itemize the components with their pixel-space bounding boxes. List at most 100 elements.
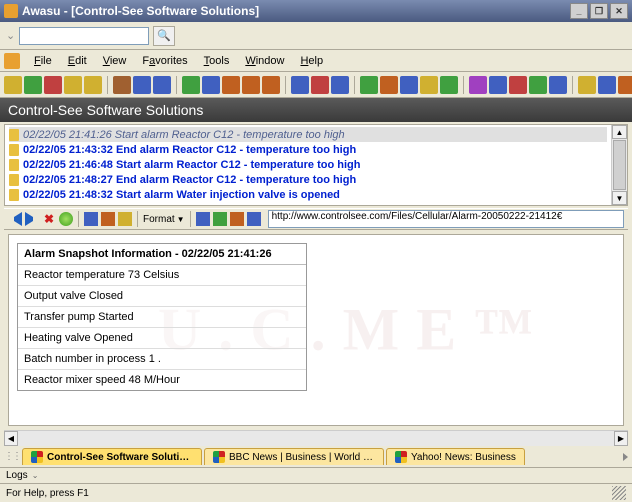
channel-tab[interactable]: Yahoo! News: Business	[386, 448, 525, 465]
toolbar-button-10[interactable]	[222, 76, 240, 94]
toolbar-button-17[interactable]	[380, 76, 398, 94]
feed-item[interactable]: 02/22/05 21:46:48 Start alarm Reactor C1…	[9, 157, 607, 172]
snapshot-row: Output valve Closed	[18, 286, 306, 307]
feed-panel: 02/22/05 21:41:26 Start alarm Reactor C1…	[4, 124, 628, 206]
tool-icon-6[interactable]	[230, 212, 244, 226]
feed-link[interactable]: 02/22/05 21:48:27 End alarm Reactor C12 …	[23, 174, 356, 186]
menu-help[interactable]: Help	[292, 53, 331, 69]
content-pane: U . C . M E ™ Alarm Snapshot Information…	[8, 234, 624, 426]
toolbar-button-26[interactable]	[578, 76, 596, 94]
feed-item-selected[interactable]: 02/22/05 21:41:26 Start alarm Reactor C1…	[9, 127, 607, 142]
toolbar-button-27[interactable]	[598, 76, 616, 94]
feed-tab-icon	[31, 451, 43, 463]
menu-tools[interactable]: Tools	[196, 53, 238, 69]
feed-link[interactable]: 02/22/05 21:48:32 Start alarm Water inje…	[23, 189, 340, 201]
tab-grip-icon[interactable]: ⋮⋮⋮	[4, 451, 22, 462]
toolbar-button-4[interactable]	[84, 76, 102, 94]
toolbar-button-8[interactable]	[182, 76, 200, 94]
article-icon	[9, 174, 19, 186]
toolbar-button-21[interactable]	[469, 76, 487, 94]
feed-item[interactable]: 02/22/05 21:48:27 End alarm Reactor C12 …	[9, 172, 607, 187]
feed-tab-icon	[395, 451, 407, 463]
tool-icon-2[interactable]	[101, 212, 115, 226]
toolbar-button-20[interactable]	[440, 76, 458, 94]
toolbar-separator	[463, 76, 464, 94]
snapshot-row: Heating valve Opened	[18, 328, 306, 349]
channel-tab[interactable]: BBC News | Business | World Edition	[204, 448, 384, 465]
scroll-up-button[interactable]: ▲	[612, 125, 627, 139]
toolbar-button-28[interactable]	[618, 76, 632, 94]
toolbar-button-7[interactable]	[153, 76, 171, 94]
toolbar-button-12[interactable]	[262, 76, 280, 94]
article-icon	[9, 189, 19, 201]
tool-icon-4[interactable]	[196, 212, 210, 226]
format-dropdown[interactable]: Format ▼	[143, 214, 185, 225]
toolbar-button-18[interactable]	[400, 76, 418, 94]
search-button[interactable]: 🔍	[153, 26, 175, 46]
toolbar-button-0[interactable]	[4, 76, 22, 94]
tool-icon-3[interactable]	[118, 212, 132, 226]
toolbar-button-9[interactable]	[202, 76, 220, 94]
snapshot-row: Reactor mixer speed 48 M/Hour	[18, 370, 306, 390]
window-title: Awasu - [Control-See Software Solutions]	[22, 4, 568, 18]
scroll-thumb[interactable]	[613, 140, 626, 190]
scroll-down-button[interactable]: ▼	[612, 191, 627, 205]
toolbar-button-1[interactable]	[24, 76, 42, 94]
snapshot-row: Batch number in process 1 .	[18, 349, 306, 370]
toolbar-button-23[interactable]	[509, 76, 527, 94]
toolbar-button-2[interactable]	[44, 76, 62, 94]
toolbar-button-5[interactable]	[113, 76, 131, 94]
minimize-button[interactable]: _	[570, 3, 588, 19]
menu-view[interactable]: View	[95, 53, 135, 69]
close-button[interactable]: ✕	[610, 3, 628, 19]
menu-file[interactable]: File	[26, 53, 60, 69]
toolbar-button-25[interactable]	[549, 76, 567, 94]
hscroll-right-button[interactable]: ▶	[614, 431, 628, 446]
menu-edit[interactable]: Edit	[60, 53, 95, 69]
title-bar: Awasu - [Control-See Software Solutions]…	[0, 0, 632, 22]
separator	[137, 211, 138, 227]
search-row: ⌄ 🔍	[0, 22, 632, 50]
tool-icon-7[interactable]	[247, 212, 261, 226]
toolbar-button-19[interactable]	[420, 76, 438, 94]
toolbar-button-14[interactable]	[311, 76, 329, 94]
menu-favorites[interactable]: Favorites	[134, 53, 195, 69]
toolbar-button-11[interactable]	[242, 76, 260, 94]
chevron-down-icon[interactable]: ⌄	[6, 29, 15, 42]
content-hscroll[interactable]: ◀ ▶	[4, 430, 628, 446]
feed-link[interactable]: 02/22/05 21:43:32 End alarm Reactor C12 …	[23, 144, 356, 156]
toolbar-button-16[interactable]	[360, 76, 378, 94]
hscroll-left-button[interactable]: ◀	[4, 431, 18, 446]
toolbar-button-13[interactable]	[291, 76, 309, 94]
back-button[interactable]	[8, 212, 22, 226]
app-menu-icon[interactable]	[4, 53, 20, 69]
toolbar-button-3[interactable]	[64, 76, 82, 94]
content-toolbar: ✖ Format ▼ http://www.controlsee.com/Fil…	[4, 208, 628, 230]
toolbar-button-22[interactable]	[489, 76, 507, 94]
feed-link[interactable]: 02/22/05 21:46:48 Start alarm Reactor C1…	[23, 159, 360, 171]
tool-icon-5[interactable]	[213, 212, 227, 226]
tab-overflow-button[interactable]	[623, 453, 628, 461]
toolbar-button-6[interactable]	[133, 76, 151, 94]
hscroll-track[interactable]	[18, 431, 614, 446]
search-input[interactable]	[19, 27, 149, 45]
refresh-button[interactable]	[59, 212, 73, 226]
feed-list[interactable]: 02/22/05 21:41:26 Start alarm Reactor C1…	[5, 125, 611, 205]
stop-button[interactable]: ✖	[42, 212, 56, 226]
toolbar-separator	[572, 76, 573, 94]
feed-scrollbar[interactable]: ▲ ▼	[611, 125, 627, 205]
url-field[interactable]: http://www.controlsee.com/Files/Cellular…	[268, 210, 624, 228]
feed-item[interactable]: 02/22/05 21:48:32 Start alarm Water inje…	[9, 187, 607, 202]
logs-bar[interactable]: Logs ⌄	[0, 468, 632, 484]
channel-tab[interactable]: Control-See Software Solutions	[22, 448, 202, 465]
article-icon	[9, 144, 19, 156]
snapshot-title: Alarm Snapshot Information - 02/22/05 21…	[18, 244, 306, 265]
forward-button[interactable]	[25, 212, 39, 226]
toolbar-button-15[interactable]	[331, 76, 349, 94]
feed-item[interactable]: 02/22/05 21:43:32 End alarm Reactor C12 …	[9, 142, 607, 157]
menu-window[interactable]: Window	[237, 53, 292, 69]
tool-icon-1[interactable]	[84, 212, 98, 226]
maximize-button[interactable]: ❐	[590, 3, 608, 19]
toolbar-button-24[interactable]	[529, 76, 547, 94]
resize-grip-icon[interactable]	[612, 486, 626, 500]
